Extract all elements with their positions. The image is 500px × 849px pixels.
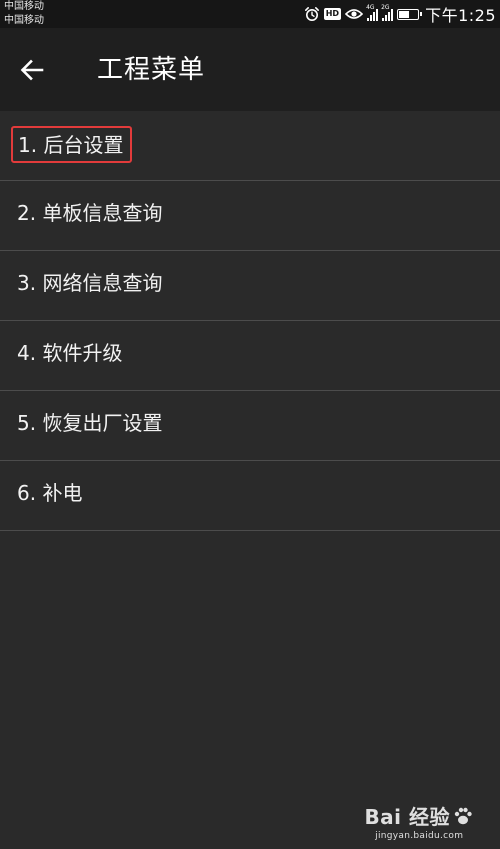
- carrier-names: 中国移动 中国移动: [4, 0, 44, 28]
- page-title: 工程菜单: [97, 55, 206, 85]
- menu-item-network-info-query[interactable]: 3. 网络信息查询: [0, 251, 500, 321]
- status-bar: 中国移动 中国移动 HD 4G 2G 下午1:25: [0, 0, 500, 28]
- menu-item-label: 4. 软件升级: [17, 341, 123, 365]
- menu-item-label: 3. 网络信息查询: [17, 271, 163, 295]
- menu-item-background-settings[interactable]: 1. 后台设置: [0, 111, 500, 181]
- network-type-label: 2G: [381, 4, 390, 11]
- status-icons: HD 4G 2G 下午1:25: [304, 0, 496, 28]
- battery-icon: [397, 6, 423, 22]
- menu-item-software-upgrade[interactable]: 4. 软件升级: [0, 321, 500, 391]
- alarm-icon: [304, 6, 320, 22]
- carrier-name: 中国移动: [4, 15, 44, 26]
- paw-icon: [452, 805, 474, 827]
- menu-item-label: 2. 单板信息查询: [17, 201, 163, 225]
- menu-item-board-info-query[interactable]: 2. 单板信息查询: [0, 181, 500, 251]
- back-button[interactable]: [14, 54, 50, 90]
- menu-item-label: 1. 后台设置: [11, 126, 133, 163]
- baidu-jingyan-watermark: Bai 经验 jingyan.baidu.com: [364, 801, 474, 841]
- menu-list: 1. 后台设置 2. 单板信息查询 3. 网络信息查询 4. 软件升级 5. 恢…: [0, 111, 500, 531]
- battery-outline: [397, 8, 423, 20]
- menu-item-factory-reset[interactable]: 5. 恢复出厂设置: [0, 391, 500, 461]
- watermark-logo-text: Bai 经验: [364, 805, 450, 829]
- watermark-site: jingyan.baidu.com: [375, 831, 464, 841]
- arrow-left-icon: [19, 57, 45, 87]
- signal-icon: 2G: [381, 4, 394, 21]
- carrier-name: 中国移动: [4, 1, 44, 12]
- signal-icon: 4G: [366, 4, 379, 21]
- hd-icon: HD: [323, 6, 342, 22]
- network-type-label: 4G: [366, 4, 375, 11]
- battery-fill: [399, 10, 410, 18]
- eye-icon: [345, 6, 364, 22]
- menu-item-battery-recharge[interactable]: 6. 补电: [0, 461, 500, 531]
- hd-badge: HD: [323, 8, 342, 20]
- menu-item-label: 6. 补电: [17, 481, 83, 505]
- status-time: 下午1:25: [425, 6, 496, 25]
- watermark-logo: Bai 经验: [364, 801, 474, 830]
- menu-item-label: 5. 恢复出厂设置: [17, 411, 163, 435]
- app-bar: 工程菜单: [0, 28, 500, 111]
